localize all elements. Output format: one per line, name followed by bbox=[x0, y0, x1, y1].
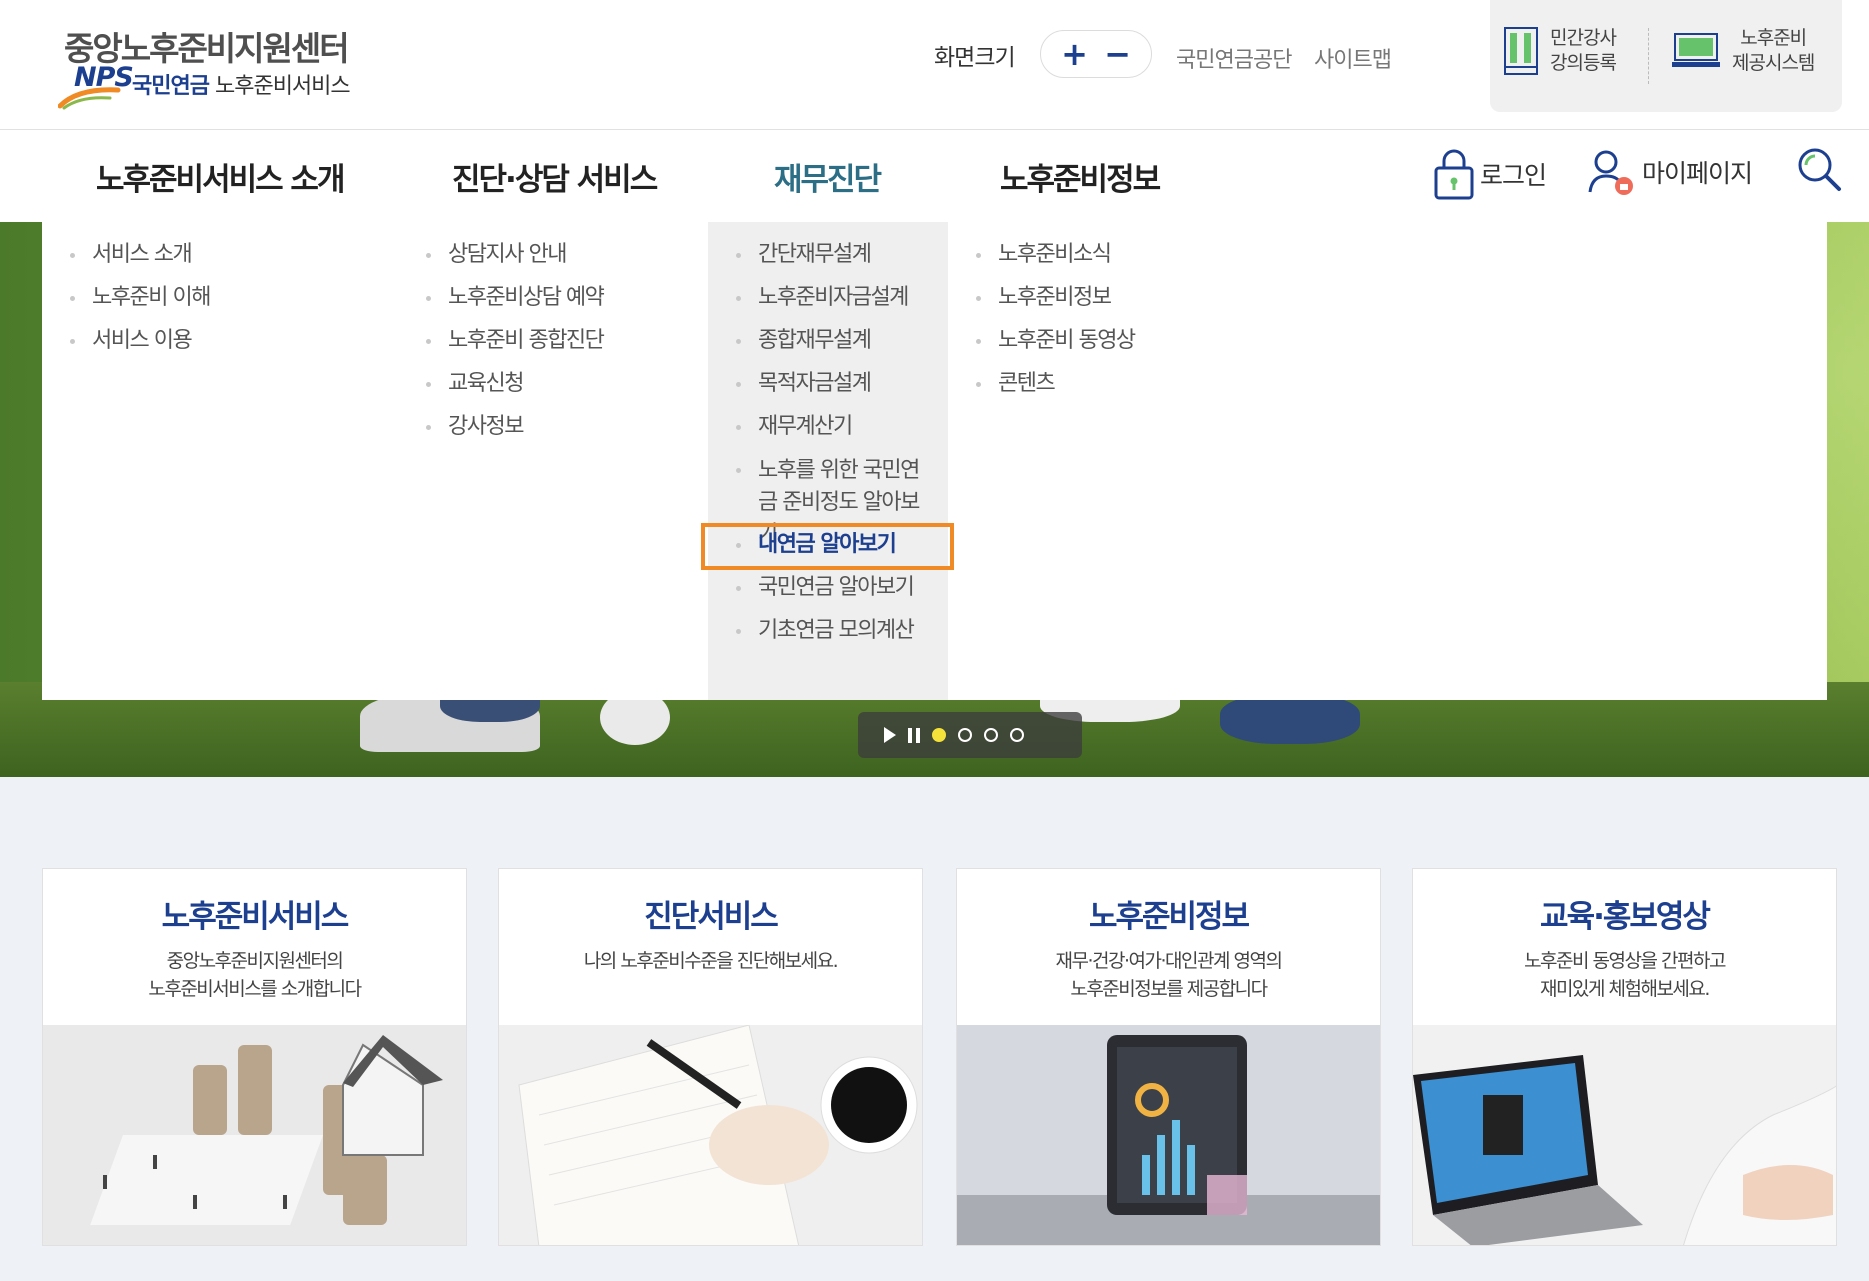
play-icon[interactable] bbox=[884, 727, 896, 743]
submenu-item[interactable]: 노후준비자금설계 bbox=[736, 283, 936, 326]
submenu-item[interactable]: 서비스 이용 bbox=[70, 326, 210, 369]
quick-divider bbox=[1648, 28, 1649, 84]
logo-subtitle: 국민연금 노후준비서비스 bbox=[132, 74, 351, 99]
slider-dot[interactable] bbox=[958, 728, 972, 742]
gnb-service-intro[interactable]: 노후준비서비스 소개 bbox=[96, 154, 345, 199]
gnb-diagnosis-consulting[interactable]: 진단·상담 서비스 bbox=[452, 154, 658, 199]
card-diagnosis-service[interactable]: 진단서비스 나의 노후준비수준을 진단해보세요. bbox=[498, 868, 923, 1246]
service-cards: 노후준비서비스 중앙노후준비지원센터의 노후준비서비스를 소개합니다 진단서비스… bbox=[42, 868, 1837, 1248]
submenu-item[interactable]: 기초연금 모의계산 bbox=[736, 616, 936, 659]
screen-size-label: 화면크기 bbox=[934, 45, 1016, 71]
logo-nps: NPS bbox=[74, 62, 134, 93]
submenu-item[interactable]: 노후를 위한 국민연금 준비정도 알아보기 bbox=[736, 455, 936, 547]
zoom-control: + − bbox=[1040, 30, 1152, 78]
quick-item-line1: 노후준비 bbox=[1740, 27, 1807, 49]
submenu-item[interactable]: 노후준비 동영상 bbox=[976, 326, 1136, 369]
bookshelf-icon bbox=[1504, 27, 1538, 75]
submenu-item[interactable]: 콘텐츠 bbox=[976, 369, 1135, 412]
link-nps[interactable]: 국민연금공단 bbox=[1176, 42, 1292, 74]
card-description: 나의 노후준비수준을 진단해보세요. bbox=[583, 950, 839, 972]
submenu-diagnosis-consulting: 상담지사 안내 노후준비상담 예약 노후준비 종합진단 교육신청 강사정보 bbox=[426, 240, 605, 455]
card-title: 진단서비스 bbox=[644, 899, 779, 935]
quick-lecturer-registration[interactable]: 민간강사 강의등록 bbox=[1504, 26, 1617, 76]
submenu-item[interactable]: 강사정보 bbox=[426, 412, 603, 455]
submenu-item-my-pension[interactable]: 내연금 알아보기 bbox=[736, 530, 936, 573]
zoom-out-button[interactable]: − bbox=[1104, 38, 1131, 70]
link-sitemap[interactable]: 사이트맵 bbox=[1314, 42, 1392, 74]
slider-dot[interactable] bbox=[932, 728, 946, 742]
quick-item-line2: 제공시스템 bbox=[1732, 52, 1815, 74]
site-logo[interactable]: 중앙노후준비지원센터 NPS 국민연금 노후준비서비스 bbox=[58, 22, 388, 112]
card-title: 교육·홍보영상 bbox=[1540, 899, 1711, 935]
submenu-item[interactable]: 간단재무설계 bbox=[736, 240, 936, 283]
submenu-item[interactable]: 노후준비정보 bbox=[976, 283, 1135, 326]
submenu-item[interactable]: 재무계산기 bbox=[736, 412, 936, 455]
card-image-laptop-video bbox=[1413, 1025, 1836, 1245]
card-retirement-info[interactable]: 노후준비정보 재무·건강·여가·대인관계 영역의 노후준비정보를 제공합니다 bbox=[956, 868, 1381, 1246]
submenu-item[interactable]: 교육신청 bbox=[426, 369, 603, 412]
quick-item-line2: 강의등록 bbox=[1550, 52, 1617, 74]
card-image-notebook-pen bbox=[499, 1025, 922, 1245]
search-icon bbox=[1798, 148, 1841, 191]
gnb-retirement-info[interactable]: 노후준비정보 bbox=[1000, 154, 1161, 199]
pause-icon[interactable] bbox=[908, 727, 920, 743]
slider-controls bbox=[858, 712, 1082, 758]
top-header: 중앙노후준비지원센터 NPS 국민연금 노후준비서비스 화면크기 + − 국민연… bbox=[0, 0, 1869, 130]
zoom-in-button[interactable]: + bbox=[1061, 38, 1088, 70]
submenu-financial-diagnosis: 간단재무설계 노후준비자금설계 종합재무설계 목적자금설계 재무계산기 노후를 … bbox=[736, 240, 936, 659]
submenu-retirement-info: 노후준비소식 노후준비정보 노후준비 동영상 콘텐츠 bbox=[976, 240, 1136, 412]
submenu-item[interactable]: 노후준비상담 예약 bbox=[426, 283, 605, 326]
card-retirement-service[interactable]: 노후준비서비스 중앙노후준비지원센터의 노후준비서비스를 소개합니다 bbox=[42, 868, 467, 1246]
mypage-button[interactable]: 마이페이지 bbox=[1588, 148, 1753, 196]
card-title: 노후준비서비스 bbox=[161, 899, 350, 935]
login-button[interactable]: 로그인 bbox=[1434, 148, 1547, 200]
card-description: 노후준비 동영상을 간편하고 재미있게 체험해보세요. bbox=[1524, 950, 1726, 1000]
card-image-coins-house bbox=[43, 1025, 466, 1245]
submenu-item[interactable]: 상담지사 안내 bbox=[426, 240, 603, 283]
search-button[interactable] bbox=[1796, 146, 1842, 192]
card-title: 노후준비정보 bbox=[1088, 899, 1250, 935]
submenu-item[interactable]: 노후준비소식 bbox=[976, 240, 1135, 283]
gnb-financial-diagnosis[interactable]: 재무진단 bbox=[774, 154, 882, 199]
mypage-label: 마이페이지 bbox=[1642, 159, 1753, 188]
login-label: 로그인 bbox=[1480, 161, 1547, 190]
submenu-item[interactable]: 목적자금설계 bbox=[736, 369, 936, 412]
main-navigation: 노후준비서비스 소개 진단·상담 서비스 재무진단 노후준비정보 로그인 마이페… bbox=[0, 130, 1869, 222]
submenu-item[interactable]: 서비스 소개 bbox=[70, 240, 210, 283]
submenu-item[interactable]: 노후준비 종합진단 bbox=[426, 326, 605, 369]
card-description: 중앙노후준비지원센터의 노후준비서비스를 소개합니다 bbox=[148, 950, 362, 1000]
card-description: 재무·건강·여가·대인관계 영역의 노후준비정보를 제공합니다 bbox=[1055, 950, 1283, 1000]
user-lock-icon bbox=[1588, 150, 1633, 195]
submenu-item[interactable]: 노후준비 이해 bbox=[70, 283, 211, 326]
lock-icon bbox=[1434, 149, 1474, 200]
monitor-icon bbox=[1672, 33, 1720, 67]
submenu-item[interactable]: 국민연금 알아보기 bbox=[736, 573, 936, 616]
slider-dot[interactable] bbox=[1010, 728, 1024, 742]
card-education-video[interactable]: 교육·홍보영상 노후준비 동영상을 간편하고 재미있게 체험해보세요. bbox=[1412, 868, 1837, 1246]
submenu-service-intro: 서비스 소개 노후준비 이해 서비스 이용 bbox=[70, 240, 211, 369]
quick-item-line1: 민간강사 bbox=[1550, 27, 1617, 49]
card-image-tablet-charts bbox=[957, 1025, 1380, 1245]
submenu-item[interactable]: 종합재무설계 bbox=[736, 326, 936, 369]
slider-dot[interactable] bbox=[984, 728, 998, 742]
quick-provider-system[interactable]: 노후준비 제공시스템 bbox=[1672, 26, 1815, 76]
